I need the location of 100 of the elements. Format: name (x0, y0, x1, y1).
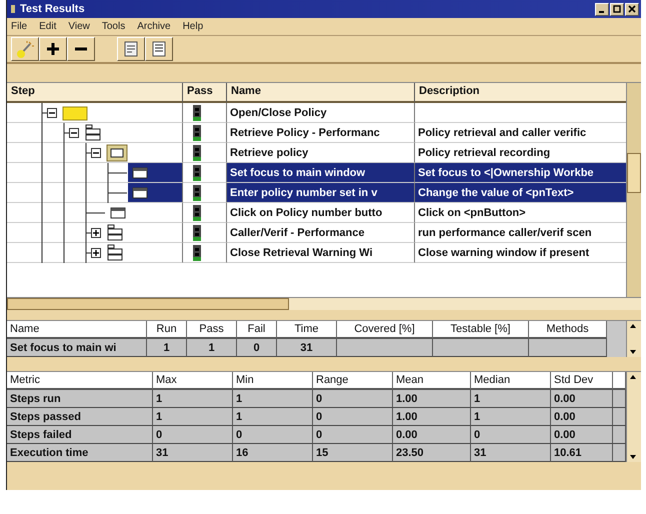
list-button[interactable] (145, 37, 173, 61)
column-header[interactable]: Description (415, 83, 626, 103)
column-header[interactable]: Max (153, 372, 233, 390)
expand-icon[interactable] (91, 228, 101, 238)
step-name[interactable]: Caller/Verif - Performance (227, 223, 415, 243)
wand-button[interactable] (11, 37, 39, 61)
step-name[interactable]: Close Retrieval Warning Wi (227, 243, 415, 263)
table-cell: 31 (471, 444, 551, 462)
table-cell: 0 (233, 426, 313, 444)
table-cell (613, 444, 626, 462)
vertical-scrollbar[interactable] (626, 321, 641, 357)
column-header (613, 372, 626, 390)
step-description: Set focus to <|Ownership Workbe (415, 163, 626, 183)
column-header[interactable]: Testable [%] (433, 321, 529, 339)
vertical-scrollbar[interactable] (626, 83, 641, 297)
table-cell: 23.50 (393, 444, 471, 462)
wand-icon (16, 40, 34, 58)
document-icon (122, 40, 140, 58)
table-cell: 1 (233, 390, 313, 408)
column-header[interactable]: Min (233, 372, 313, 390)
column-header[interactable]: Std Dev (551, 372, 613, 390)
column-header[interactable]: Metric (7, 372, 153, 390)
table-cell: 31 (153, 444, 233, 462)
column-header[interactable]: Pass (187, 321, 237, 339)
window-icon (110, 206, 126, 220)
table-cell: 0 (313, 426, 393, 444)
maximize-icon (613, 5, 621, 13)
menu-item[interactable]: Archive (137, 21, 171, 32)
column-header[interactable]: Range (313, 372, 393, 390)
column-header[interactable]: Name (7, 321, 147, 339)
add-button[interactable] (39, 37, 67, 61)
column-header[interactable]: Mean (393, 372, 471, 390)
menu-item[interactable]: Edit (39, 21, 56, 32)
column-header[interactable]: Covered [%] (337, 321, 433, 339)
tree-lines (41, 222, 91, 242)
table-cell: 1 (187, 339, 237, 357)
list-icon (150, 40, 168, 58)
step-name[interactable]: Set focus to main window (227, 163, 415, 183)
tree-lines (41, 202, 105, 222)
column-header[interactable]: Pass (183, 83, 227, 103)
column-header[interactable]: Median (471, 372, 551, 390)
recording-icon (106, 144, 128, 162)
vertical-scrollbar[interactable] (626, 372, 641, 462)
table-cell: 0 (153, 426, 233, 444)
table-cell: 15 (313, 444, 393, 462)
column-header[interactable]: Run (147, 321, 187, 339)
collapse-icon[interactable] (69, 128, 79, 138)
step-name[interactable]: Enter policy number set in v (227, 183, 415, 203)
table-cell: 1 (471, 408, 551, 426)
table-cell: 0 (471, 426, 551, 444)
column-header[interactable]: Fail (237, 321, 277, 339)
tree-lines (41, 242, 91, 262)
document-button[interactable] (117, 37, 145, 61)
menu-item[interactable]: View (68, 21, 90, 32)
table-cell: 0.00 (551, 390, 613, 408)
app-icon (9, 3, 17, 15)
table-cell: Steps run (7, 390, 153, 408)
close-button[interactable] (625, 2, 639, 16)
table-cell: 1 (153, 408, 233, 426)
table-cell: 0 (313, 390, 393, 408)
horizontal-scrollbar[interactable] (7, 297, 641, 310)
collapse-icon[interactable] (91, 148, 101, 158)
folder-icon (62, 104, 88, 120)
column-header[interactable]: Name (227, 83, 415, 103)
step-name[interactable]: Retrieve Policy - Performanc (227, 123, 415, 143)
script-icon (106, 224, 124, 242)
remove-button[interactable] (67, 37, 95, 61)
minus-icon (75, 47, 87, 51)
maximize-button[interactable] (610, 2, 624, 16)
table-cell: 1.00 (393, 408, 471, 426)
table-cell: 1 (147, 339, 187, 357)
table-cell: 16 (233, 444, 313, 462)
window-icon (132, 186, 148, 200)
step-name[interactable]: Open/Close Policy (227, 103, 415, 123)
table-cell: Set focus to main wi (7, 339, 147, 357)
table-cell: 10.61 (551, 444, 613, 462)
window-icon (132, 166, 148, 180)
minimize-button[interactable] (595, 2, 609, 16)
expand-icon[interactable] (91, 248, 101, 258)
table-cell (613, 408, 626, 426)
column-header[interactable]: Step (7, 83, 183, 103)
table-cell: 31 (277, 339, 337, 357)
close-icon (628, 5, 636, 13)
step-name[interactable]: Click on Policy number butto (227, 203, 415, 223)
script-icon (84, 124, 102, 142)
collapse-icon[interactable] (47, 108, 57, 118)
table-cell: 0.00 (551, 408, 613, 426)
menu-item[interactable]: Help (182, 21, 204, 32)
table-cell: 1 (153, 390, 233, 408)
column-header[interactable]: Time (277, 321, 337, 339)
column-header[interactable]: Methods (529, 321, 607, 339)
table-cell: Execution time (7, 444, 153, 462)
plus-icon (44, 40, 62, 58)
table-cell (613, 426, 626, 444)
table-cell: 0 (313, 408, 393, 426)
menu-item[interactable]: Tools (102, 21, 126, 32)
menu-item[interactable]: File (11, 21, 28, 32)
table-cell: Steps failed (7, 426, 153, 444)
table-cell: 1 (471, 390, 551, 408)
table-cell: 0.00 (551, 426, 613, 444)
